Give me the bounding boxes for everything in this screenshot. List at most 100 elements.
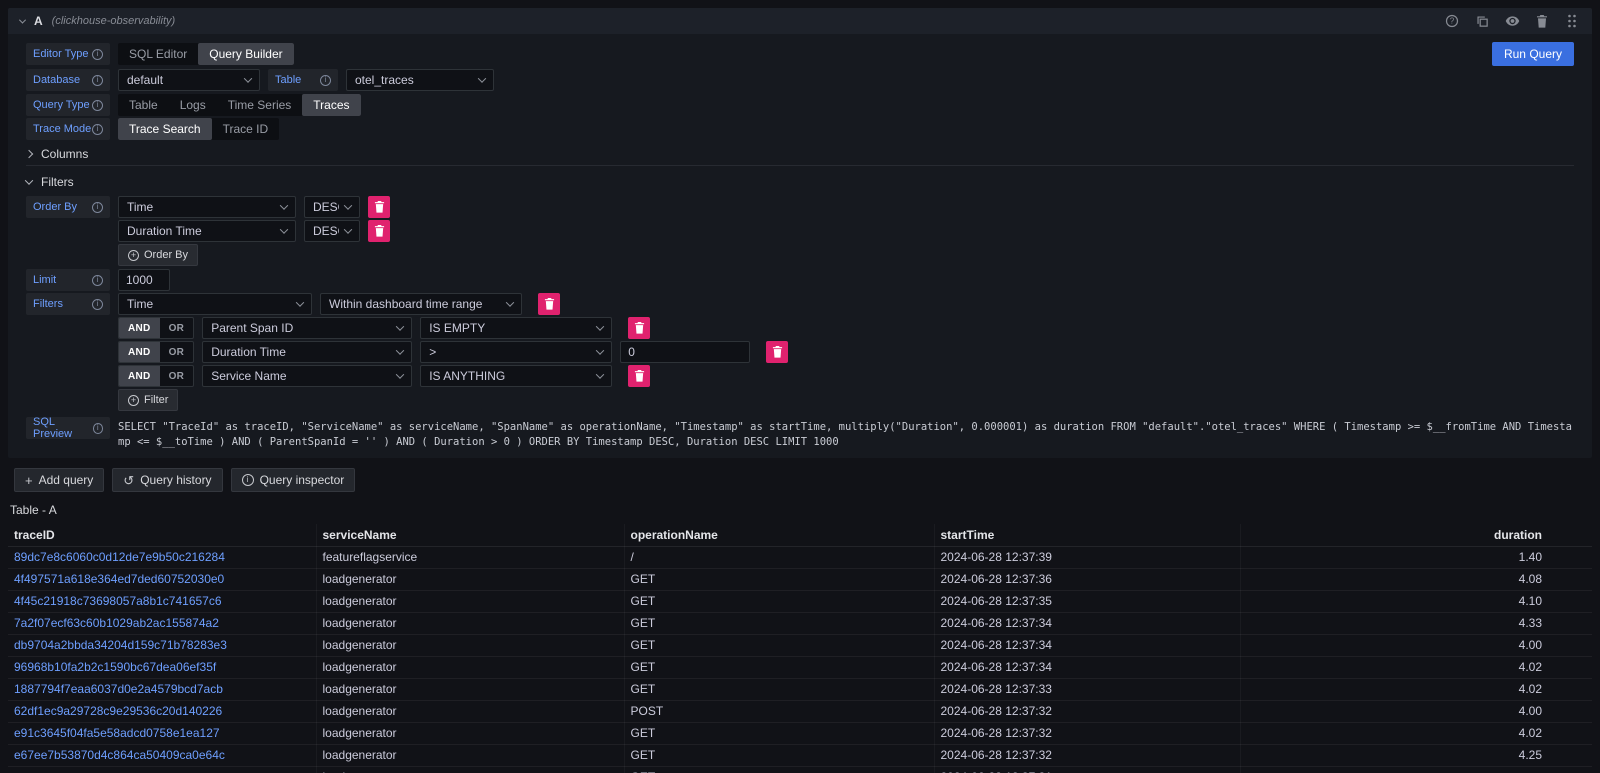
drag-handle-icon[interactable] (1564, 13, 1580, 29)
table-row: e67ee7b53870d4c864ca50409ca0e64c loadgen… (8, 744, 1592, 766)
add-filter-button[interactable]: + Filter (118, 389, 178, 411)
trace-id-link[interactable]: 4f45c21918c73698057a8b1c741657c6 (14, 594, 222, 608)
conjunction-and[interactable]: AND (119, 366, 160, 386)
remove-filter-button[interactable] (538, 293, 560, 315)
query-type-option-table[interactable]: Table (118, 94, 169, 116)
info-icon[interactable]: i (92, 100, 103, 111)
filter-field-select[interactable]: Service Name (202, 365, 412, 387)
query-type-option-time-series[interactable]: Time Series (217, 94, 303, 116)
info-icon[interactable]: i (320, 75, 331, 86)
query-collapse-icon[interactable] (19, 16, 26, 23)
info-icon[interactable]: i (93, 423, 103, 434)
filter-operator-value: IS ANYTHING (429, 369, 505, 383)
order-by-direction-select[interactable]: DESC (304, 220, 360, 242)
column-header-operationname[interactable]: operationName (624, 524, 934, 546)
remove-order-by-button[interactable] (368, 220, 390, 242)
columns-section-toggle[interactable]: Columns (26, 142, 1574, 166)
info-icon[interactable]: i (92, 75, 103, 86)
column-header-servicename[interactable]: serviceName (316, 524, 624, 546)
filters-label-text: Filters (33, 298, 63, 310)
operation-name-cell: POST (624, 700, 934, 722)
filter-operator-select[interactable]: IS EMPTY (420, 317, 612, 339)
editor-type-option-query-builder[interactable]: Query Builder (198, 43, 293, 65)
filter-operator-value: IS EMPTY (429, 321, 485, 335)
filter-field-select[interactable]: Time (118, 293, 312, 315)
trace-id-link[interactable]: 1887794f7eaa6037d0e2a4579bcd7acb (14, 682, 223, 696)
table-select[interactable]: otel_traces (346, 69, 494, 91)
trace-id-link[interactable]: 89dc7e8c6060c0d12de7e9b50c216284 (14, 550, 225, 564)
trace-mode-label: Trace Mode i (26, 118, 110, 140)
conjunction-or[interactable]: OR (160, 318, 194, 338)
add-order-by-button[interactable]: + Order By (118, 244, 198, 266)
sql-preview-label: SQL Preview i (26, 417, 110, 439)
query-editor-panel: A (clickhouse-observability) ? Editor T (8, 8, 1592, 458)
start-time-cell: 2024-06-28 12:37:33 (934, 678, 1240, 700)
limit-input[interactable] (118, 269, 170, 291)
editor-type-option-sql-editor[interactable]: SQL Editor (118, 43, 198, 65)
delete-query-icon[interactable] (1534, 13, 1550, 29)
trace-id-link[interactable]: e67ee7b53870d4c864ca50409ca0e64c (14, 748, 225, 762)
column-header-starttime[interactable]: startTime (934, 524, 1240, 546)
run-query-button[interactable]: Run Query (1492, 42, 1574, 66)
query-type-option-logs[interactable]: Logs (169, 94, 217, 116)
query-footer-actions: + Add query ↺ Query history i Query insp… (14, 468, 1600, 492)
trace-id-link[interactable]: 62df1ec9a29728c9e29536c20d140226 (14, 704, 222, 718)
database-select[interactable]: default (118, 69, 260, 91)
conjunction-or[interactable]: OR (160, 366, 194, 386)
order-by-label-text: Order By (33, 201, 77, 213)
remove-filter-button[interactable] (766, 341, 788, 363)
order-by-direction-select[interactable]: DESC (304, 196, 360, 218)
column-header-duration[interactable]: duration (1240, 524, 1592, 546)
order-by-field-select[interactable]: Duration Time (118, 220, 296, 242)
trace-id-link[interactable]: 7a2f07ecf63c60b1029ab2ac155874a2 (14, 616, 219, 630)
filter-value-input[interactable] (620, 341, 750, 363)
table-row: 96968b10fa2b2c1590bc67dea06ef35f loadgen… (8, 656, 1592, 678)
query-letter[interactable]: A (34, 14, 43, 28)
chevron-down-icon (25, 176, 33, 184)
query-history-button[interactable]: ↺ Query history (112, 468, 222, 492)
table-row: loadgenerator GET 2024-06-28 12:37:31 (8, 766, 1592, 773)
query-type-option-traces[interactable]: Traces (302, 94, 360, 116)
remove-order-by-button[interactable] (368, 196, 390, 218)
help-icon[interactable]: ? (1444, 13, 1460, 29)
sql-preview-label-text: SQL Preview (33, 416, 93, 440)
query-type-label-text: Query Type (33, 99, 90, 111)
filter-field-select[interactable]: Parent Span ID (202, 317, 412, 339)
start-time-cell: 2024-06-28 12:37:34 (934, 612, 1240, 634)
filter-operator-select[interactable]: IS ANYTHING (420, 365, 612, 387)
info-icon[interactable]: i (92, 49, 103, 60)
trace-id-link[interactable]: 96968b10fa2b2c1590bc67dea06ef35f (14, 660, 216, 674)
duration-cell: 4.00 (1240, 700, 1592, 722)
conjunction-or[interactable]: OR (160, 342, 194, 362)
datasource-name: (clickhouse-observability) (52, 15, 176, 27)
trace-mode-option-trace-search[interactable]: Trace Search (118, 118, 212, 140)
eye-icon[interactable] (1504, 13, 1520, 29)
add-query-button[interactable]: + Add query (14, 468, 104, 492)
filter-field-select[interactable]: Duration Time (202, 341, 412, 363)
conjunction-and[interactable]: AND (119, 318, 160, 338)
info-icon[interactable]: i (92, 124, 103, 135)
trace-id-link[interactable]: 4f497571a618e364ed7ded60752030e0 (14, 572, 224, 586)
start-time-cell: 2024-06-28 12:37:32 (934, 744, 1240, 766)
operation-name-cell: GET (624, 590, 934, 612)
trace-id-link[interactable]: e91c3645f04fa5e58adcd0758e1ea127 (14, 726, 220, 740)
order-by-field-select[interactable]: Time (118, 196, 296, 218)
duplicate-query-icon[interactable] (1474, 13, 1490, 29)
remove-filter-button[interactable] (628, 365, 650, 387)
trace-mode-option-trace-id[interactable]: Trace ID (212, 118, 280, 140)
filter-operator-select[interactable]: > (420, 341, 612, 363)
remove-filter-button[interactable] (628, 317, 650, 339)
info-icon[interactable]: i (92, 299, 103, 310)
filter-operator-select[interactable]: Within dashboard time range (320, 293, 522, 315)
start-time-cell: 2024-06-28 12:37:32 (934, 700, 1240, 722)
results-table: traceID serviceName operationName startT… (8, 524, 1592, 773)
filters-section-toggle[interactable]: Filters (26, 170, 1574, 194)
conjunction-and[interactable]: AND (119, 342, 160, 362)
trace-id-link[interactable]: db9704a2bbda34204d159c71b78283e3 (14, 638, 227, 652)
svg-text:?: ? (1450, 17, 1455, 26)
column-header-traceid[interactable]: traceID (8, 524, 316, 546)
info-icon[interactable]: i (92, 202, 103, 213)
query-row-actions: ? (1444, 13, 1580, 29)
query-inspector-button[interactable]: i Query inspector (231, 468, 356, 492)
info-icon[interactable]: i (92, 275, 103, 286)
